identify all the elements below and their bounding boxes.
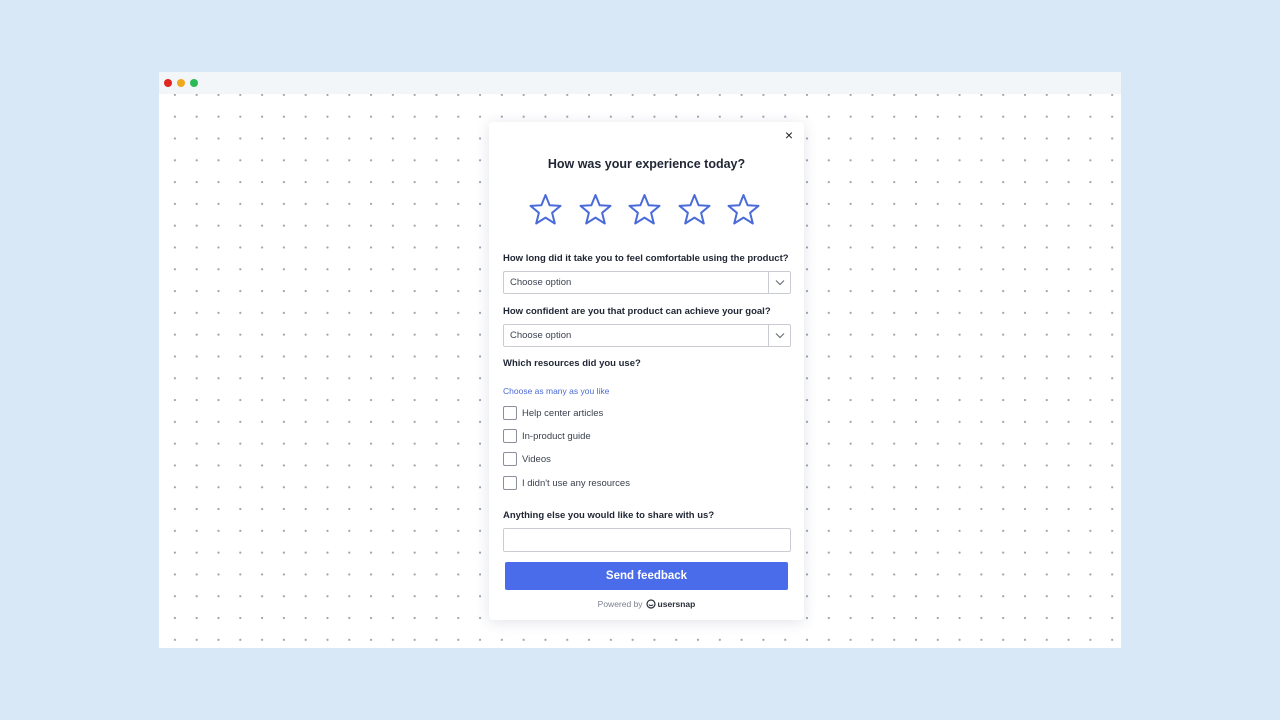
question-comfort-label: How long did it take you to feel comfort… [503,253,789,264]
resource-option-videos[interactable]: Videos [503,452,551,466]
powered-by-text: Powered by [597,599,643,609]
star-5-icon[interactable] [725,192,762,229]
browser-titlebar [159,72,1121,94]
star-1-icon[interactable] [527,192,564,229]
checkbox-label: Help center articles [522,407,604,419]
resource-option-in-product-guide[interactable]: In-product guide [503,429,591,443]
question-resources-label: Which resources did you use? [503,358,641,369]
chevron-down-icon [768,325,790,346]
comments-input[interactable] [503,528,791,552]
checkbox[interactable] [503,429,517,443]
resources-hint: Choose as many as you like [503,386,610,396]
confidence-select-value: Choose option [510,330,572,341]
checkbox-label: I didn't use any resources [522,477,630,489]
send-feedback-button[interactable]: Send feedback [505,562,788,590]
comfort-select[interactable]: Choose option [503,271,791,294]
checkbox-label: Videos [522,453,551,465]
usersnap-icon [645,599,656,609]
powered-by: Powered by usersnap [489,599,804,609]
resource-option-help-center[interactable]: Help center articles [503,406,603,420]
checkbox[interactable] [503,476,517,490]
question-confidence-label: How confident are you that product can a… [503,306,771,317]
feedback-widget: × How was your experience today? How lon… [489,122,804,620]
checkbox[interactable] [503,406,517,420]
star-3-icon[interactable] [626,192,663,229]
close-window-dot[interactable] [164,79,172,87]
brand-name: usersnap [657,599,696,609]
checkbox-label: In-product guide [522,430,591,442]
widget-title: How was your experience today? [547,157,746,171]
resource-option-none[interactable]: I didn't use any resources [503,476,630,490]
question-comments-label: Anything else you would like to share wi… [503,510,715,521]
star-2-icon[interactable] [577,192,614,229]
star-4-icon[interactable] [676,192,713,229]
star-rating [527,192,762,229]
confidence-select[interactable]: Choose option [503,324,791,347]
close-widget-button[interactable]: × [782,128,796,142]
minimize-window-dot[interactable] [177,79,185,87]
comfort-select-value: Choose option [510,277,572,288]
usersnap-logo[interactable]: usersnap [645,599,696,609]
maximize-window-dot[interactable] [190,79,198,87]
chevron-down-icon [768,272,790,293]
checkbox[interactable] [503,452,517,466]
